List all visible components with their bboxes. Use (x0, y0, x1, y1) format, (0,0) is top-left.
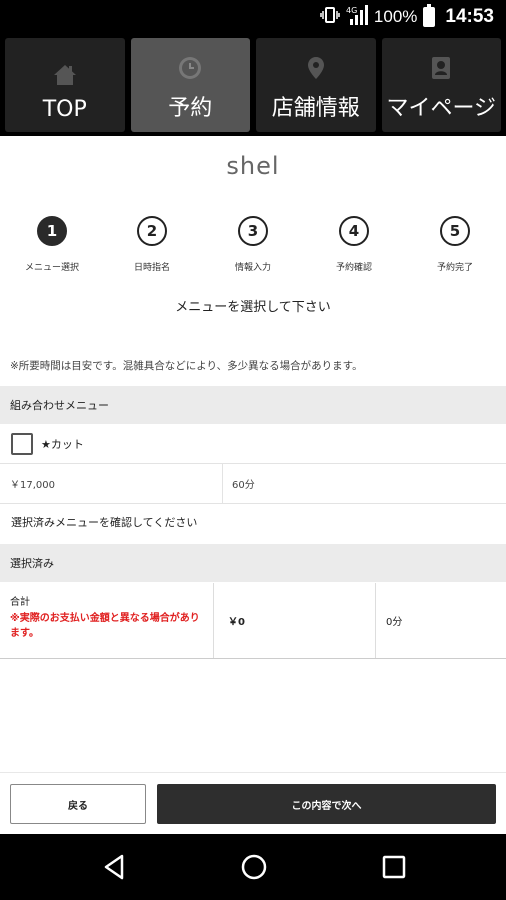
app-screen: 4G 100% 14:53 TOP 予約 店舗情報 マイページ shel 1 メ… (0, 0, 506, 900)
back-triangle-icon[interactable] (100, 852, 130, 882)
menu-item-price: ￥17,000 (0, 464, 223, 503)
selected-header: 選択済み (0, 544, 506, 582)
system-nav-bar (0, 834, 506, 900)
step-label: 予約完了 (436, 263, 473, 273)
step-info-input: 3 情報入力 (203, 216, 303, 273)
total-price: ￥0 (214, 583, 376, 658)
shop-name: shel (226, 152, 280, 180)
svg-text:4G: 4G (346, 6, 357, 15)
step-number: 4 (339, 216, 369, 246)
step-number: 3 (238, 216, 268, 246)
confirm-selected-text: 選択済みメニューを確認してください (11, 516, 198, 529)
instruction-text: メニューを選択して下さい (175, 300, 331, 315)
step-indicator: 1 メニュー選択 2 日時指名 3 情報入力 4 予約確認 5 予約完了 (0, 216, 506, 286)
tab-mypage[interactable]: マイページ (381, 38, 501, 132)
tab-shop-info-label: 店舗情報 (271, 96, 360, 121)
step-number: 2 (137, 216, 167, 246)
total-row: 合計 ※実際のお支払い金額と異なる場合があります。 ￥0 0分 (0, 583, 506, 659)
step-number: 1 (37, 216, 67, 246)
total-time: 0分 (386, 617, 403, 628)
status-bar: 4G 100% 14:53 (0, 0, 506, 34)
payment-warning: ※実際のお支払い金額と異なる場合があります。 (10, 612, 200, 640)
total-label: 合計 (10, 597, 30, 608)
tab-reservation-label: 予約 (168, 96, 213, 121)
step-complete: 5 予約完了 (405, 216, 505, 273)
main-nav: TOP 予約 店舗情報 マイページ (0, 34, 506, 136)
step-menu-select: 1 メニュー選択 (2, 216, 102, 273)
back-button[interactable]: 戻る (10, 784, 146, 824)
location-pin-icon (302, 54, 330, 82)
total-label-cell: 合計 ※実際のお支払い金額と異なる場合があります。 (0, 583, 214, 658)
menu-item-row[interactable]: ★カット (0, 424, 506, 464)
step-label: メニュー選択 (24, 263, 79, 273)
step-datetime: 2 日時指名 (102, 216, 202, 273)
bottom-action-bar: 戻る この内容で次へ (0, 772, 506, 834)
step-label: 予約確認 (335, 263, 372, 273)
menu-item-checkbox[interactable] (11, 432, 33, 455)
tab-reservation[interactable]: 予約 (130, 38, 250, 132)
menu-item-duration: 60分 (232, 480, 255, 491)
user-card-icon (427, 54, 455, 82)
recents-square-icon[interactable] (379, 852, 409, 882)
clock-icon (176, 54, 204, 82)
tab-shop-info[interactable]: 店舗情報 (256, 38, 376, 132)
signal-icon: 4G (346, 5, 368, 29)
step-label: 情報入力 (234, 263, 271, 273)
battery-icon (423, 4, 436, 27)
step-number: 5 (440, 216, 470, 246)
combo-menu-header: 組み合わせメニュー (0, 386, 506, 424)
step-confirm: 4 予約確認 (304, 216, 404, 273)
menu-item-detail-row: ￥17,000 60分 (0, 464, 506, 504)
home-icon (51, 61, 79, 89)
home-circle-icon[interactable] (239, 852, 269, 882)
status-clock: 14:53 (445, 6, 494, 27)
duration-note: ※所要時間は目安です。混雑具合などにより、多少異なる場合があります。 (10, 360, 363, 372)
menu-item-name: ★カット (41, 437, 84, 451)
vibrate-icon (320, 7, 340, 27)
tab-mypage-label: マイページ (386, 96, 497, 121)
tab-top-label: TOP (42, 97, 87, 122)
next-button[interactable]: この内容で次へ (157, 784, 496, 824)
step-label: 日時指名 (133, 263, 170, 273)
battery-percentage: 100% (373, 7, 418, 26)
tab-top[interactable]: TOP (5, 38, 125, 132)
